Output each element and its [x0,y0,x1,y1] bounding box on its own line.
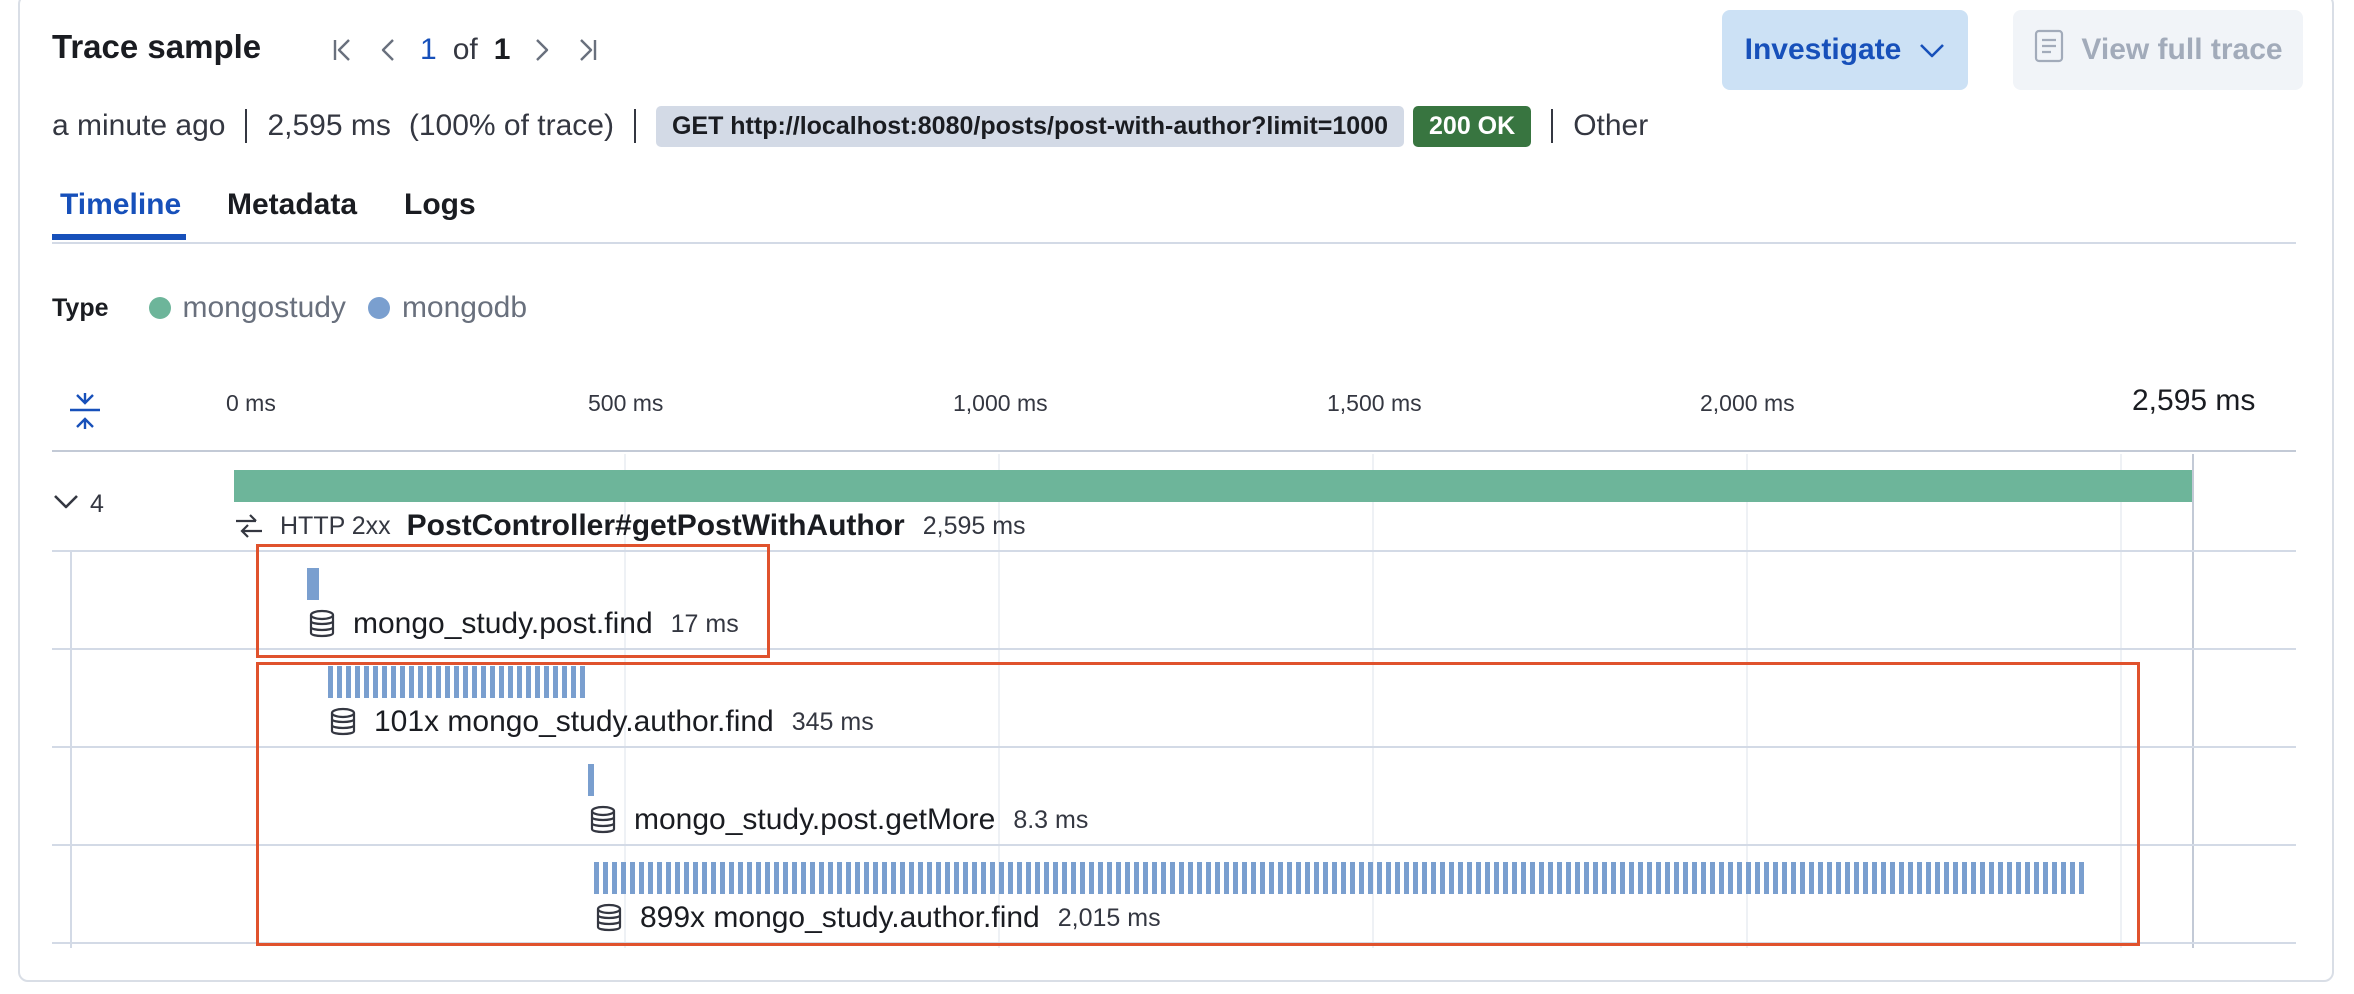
axis-tick-label: 1,000 ms [953,390,1048,416]
trace-duration: 2,595 ms [267,109,391,142]
trace-summary: a minute ago 2,595 ms (100% of trace) GE… [52,104,1648,148]
pager-total[interactable]: 1 [494,33,511,67]
view-full-trace-label: View full trace [2081,33,2283,66]
next-page-icon[interactable] [518,26,564,74]
axis-divider [52,450,2296,452]
type-legend: Type mongostudy mongodb [52,290,549,326]
time-ago: a minute ago [52,109,226,142]
status-badge: 200 OK [1413,105,1532,147]
tab-logs[interactable]: Logs [404,188,476,222]
tab-timeline[interactable]: Timeline [60,188,181,222]
chevron-down-icon [52,493,80,516]
tab-metadata[interactable]: Metadata [227,188,357,222]
legend-item-mongodb: mongodb [367,291,528,325]
summary-separator [1551,109,1554,143]
view-full-trace-button[interactable]: View full trace [2013,10,2303,90]
collapse-all-icon[interactable] [64,390,106,437]
root-span-name: PostController#getPostWithAuthor [406,509,905,542]
summary-separator [633,109,636,143]
chevron-down-icon [1919,33,1945,67]
legend-label: mongodb [401,291,528,324]
collapse-toggle[interactable]: 4 [52,486,104,522]
pager-of: of [452,33,478,66]
axis-tick-label: 1,500 ms [1327,390,1422,416]
investigate-button[interactable]: Investigate [1722,10,1968,90]
legend-dot [148,297,171,319]
legend-item-mongostudy: mongostudy [148,291,346,325]
highlight-box [256,662,2140,946]
document-icon [2033,29,2065,71]
exchange-arrows-icon [234,512,264,540]
legend-label: mongostudy [182,291,346,324]
root-span-bar[interactable] [234,470,2192,502]
summary-separator [245,109,248,143]
axis-tick-label: 2,000 ms [1700,390,1795,416]
last-page-icon[interactable] [564,26,610,74]
trace-end-line [2192,454,2194,948]
page-title: Trace sample [52,28,262,65]
previous-page-icon[interactable] [366,26,412,74]
root-span-duration: 2,595 ms [922,511,1026,540]
trace-percent: (100% of trace) [408,109,614,142]
transaction-category: Other [1573,109,1649,142]
investigate-label: Investigate [1744,33,1902,66]
pager-current[interactable]: 1 [420,33,437,67]
request-url-badge: GET http://localhost:8080/posts/post-wit… [655,105,1405,147]
axis-end-label: 2,595 ms [2132,384,2256,417]
child-count: 4 [90,489,104,518]
highlight-box [256,544,770,658]
first-page-icon[interactable] [320,26,366,74]
legend-dot [367,297,390,319]
tree-guide-line [70,552,72,948]
root-span-label[interactable]: HTTP 2xx PostController#getPostWithAutho… [234,506,1026,546]
legend-title: Type [52,293,109,322]
axis-tick-label: 500 ms [588,390,664,416]
tab-bar: Timeline Metadata Logs [52,182,2296,244]
axis-tick-label: 0 ms [226,390,276,416]
active-tab-indicator [52,234,186,240]
trace-pager: 1 of 1 [320,26,610,74]
http-status-label: HTTP 2xx [280,511,391,540]
